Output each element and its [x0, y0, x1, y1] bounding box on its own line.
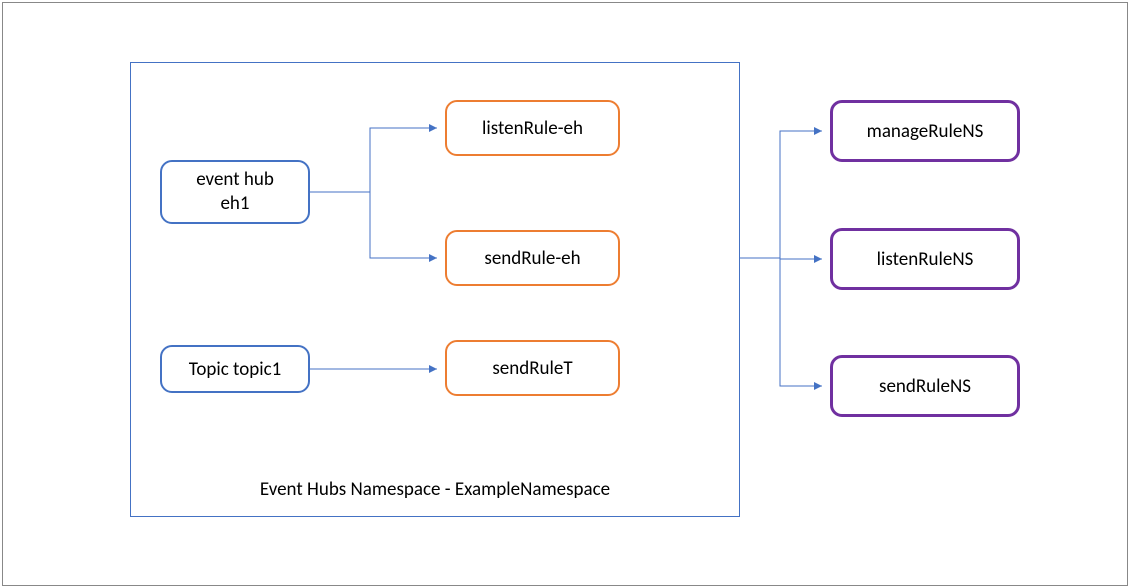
- namespace-label: Event Hubs Namespace - ExampleNamespace: [130, 478, 740, 501]
- sendrule-t-label: sendRuleT: [492, 357, 572, 380]
- eventhub-label: event hub eh1: [196, 168, 274, 216]
- listenrule-eh-label: listenRule-eh: [482, 117, 583, 140]
- topic-node: Topic topic1: [160, 345, 310, 393]
- topic-label: Topic topic1: [189, 358, 281, 381]
- sendrule-ns-label: sendRuleNS: [879, 375, 971, 398]
- sendrule-eh-node: sendRule-eh: [445, 230, 620, 286]
- listenrule-ns-label: listenRuleNS: [877, 248, 974, 271]
- listenrule-eh-node: listenRule-eh: [445, 100, 620, 156]
- sendrule-ns-node: sendRuleNS: [830, 355, 1020, 417]
- listenrule-ns-node: listenRuleNS: [830, 228, 1020, 290]
- sendrule-eh-label: sendRule-eh: [484, 247, 580, 270]
- managerule-ns-label: manageRuleNS: [867, 120, 984, 143]
- sendrule-t-node: sendRuleT: [445, 340, 620, 396]
- eventhub-node: event hub eh1: [160, 160, 310, 224]
- managerule-ns-node: manageRuleNS: [830, 100, 1020, 162]
- namespace-container: [130, 62, 740, 517]
